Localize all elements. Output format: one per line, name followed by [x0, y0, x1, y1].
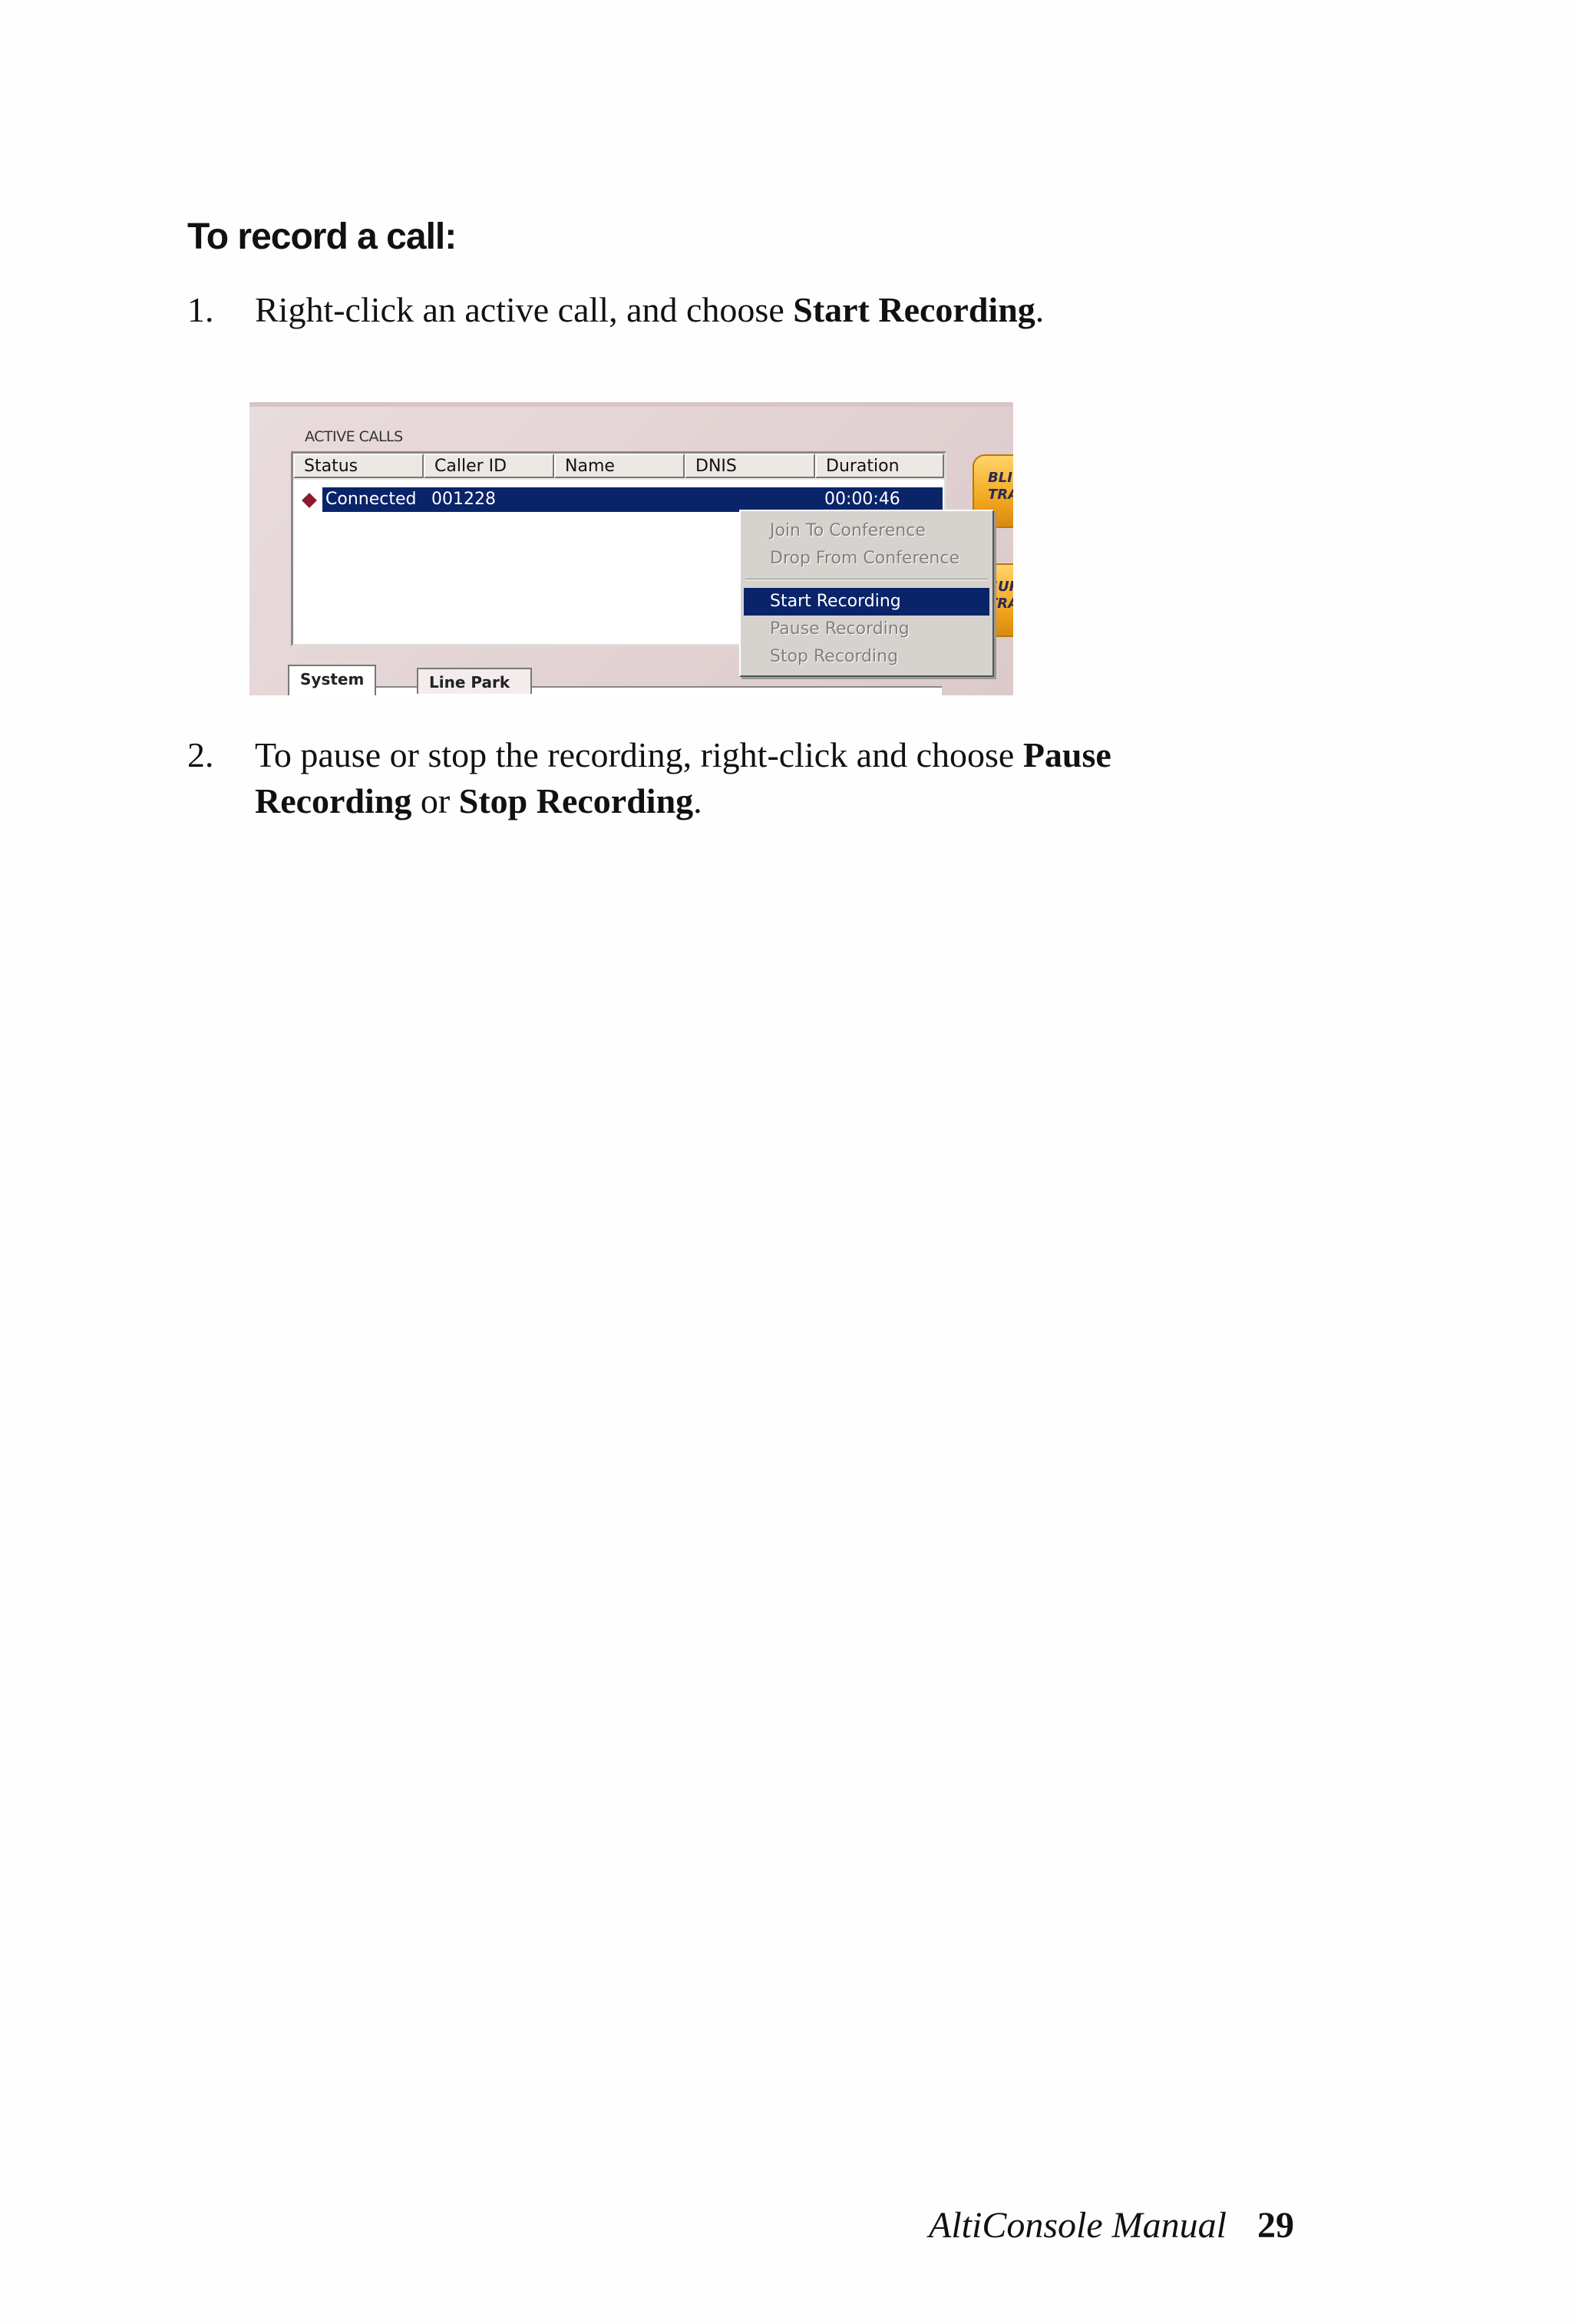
park-list: [291, 686, 942, 695]
active-call-row[interactable]: Connected 001228 00:00:46: [322, 487, 943, 512]
call-status: Connected: [325, 490, 417, 509]
step-text-plain: .: [693, 781, 702, 820]
column-caller-id[interactable]: Caller ID: [424, 454, 554, 478]
list-header: Status Caller ID Name DNIS Duration: [293, 454, 944, 480]
manual-title: AltiConsole Manual: [929, 2205, 1227, 2246]
section-heading: To record a call:: [187, 216, 457, 257]
context-menu: Join To Conference Drop From Conference …: [739, 510, 994, 677]
active-calls-title: ACTIVE CALLS: [305, 428, 403, 445]
column-dnis[interactable]: DNIS: [685, 454, 815, 478]
connected-status-icon: [302, 493, 317, 508]
step-text: To pause or stop the recording, right-cl…: [255, 732, 1329, 824]
page-number: 29: [1257, 2205, 1294, 2246]
step-number: 2.: [187, 735, 214, 774]
step-text-plain: To pause or stop the recording, right-cl…: [255, 735, 1023, 774]
step-text-bold: Start Recording: [793, 290, 1035, 329]
menu-start-recording[interactable]: Start Recording: [744, 588, 989, 616]
step-number: 1.: [187, 290, 214, 329]
tab-line-park[interactable]: Line Park: [417, 668, 532, 694]
step-text-plain: .: [1035, 290, 1045, 329]
tab-system-park[interactable]: System Park: [288, 665, 377, 695]
active-calls-screenshot: ACTIVE CALLS Status Caller ID Name DNIS …: [249, 402, 1013, 695]
step-text-plain: or: [411, 781, 459, 820]
column-name[interactable]: Name: [554, 454, 685, 478]
menu-separator: [745, 579, 988, 580]
figure-top-edge: [249, 402, 1013, 407]
menu-drop-conference[interactable]: Drop From Conference: [744, 545, 989, 573]
menu-pause-recording[interactable]: Pause Recording: [744, 616, 989, 643]
step-text-bold: Pause: [1022, 735, 1111, 774]
column-status[interactable]: Status: [293, 454, 424, 478]
step-text-bold: Recording: [255, 781, 412, 820]
step-text-bold: Stop Recording: [458, 781, 694, 820]
step-text: Right-click an active call, and choose S…: [255, 287, 1329, 333]
column-duration[interactable]: Duration: [815, 454, 944, 478]
menu-stop-recording[interactable]: Stop Recording: [744, 643, 989, 671]
menu-join-conference[interactable]: Join To Conference: [744, 517, 989, 545]
page-footer: AltiConsole Manual 29: [929, 2203, 1294, 2249]
step-text-plain: Right-click an active call, and choose: [255, 290, 794, 329]
call-caller-id: 001228: [431, 490, 496, 509]
call-duration: 00:00:46: [824, 490, 900, 509]
